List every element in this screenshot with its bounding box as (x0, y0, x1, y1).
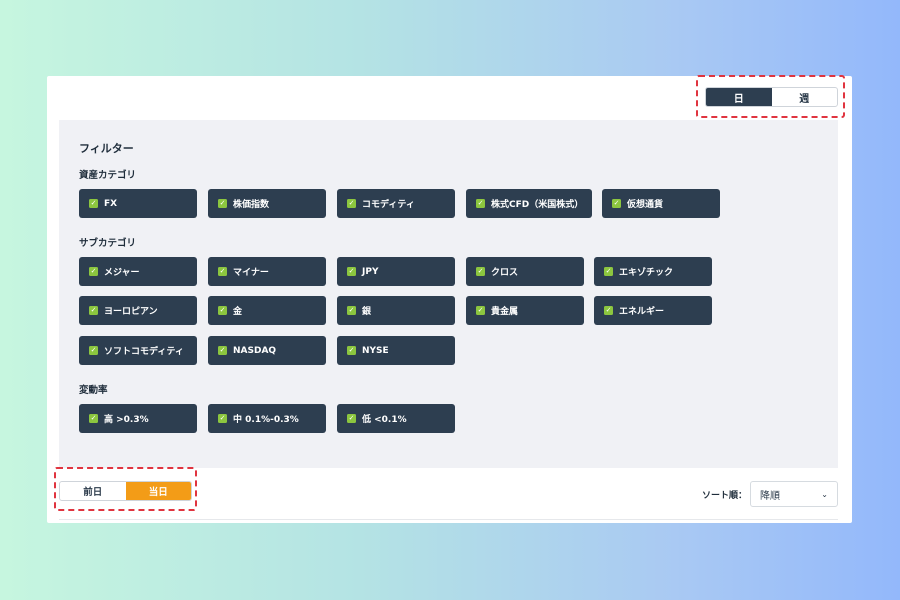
filter-chip-label: 株価指数 (233, 200, 270, 210)
checkbox-checked-icon: ✓ (347, 414, 356, 423)
checkbox-checked-icon: ✓ (612, 199, 621, 208)
filter-chip[interactable]: ✓ クロス (466, 257, 584, 286)
day-option-today[interactable]: 当日 (125, 482, 191, 500)
asset-category-label: 資産カテゴリ (79, 170, 137, 181)
filter-chip[interactable]: ✓ 仮想通貨 (602, 189, 720, 218)
checkbox-checked-icon: ✓ (347, 267, 356, 276)
filter-chip[interactable]: ✓ NYSE (337, 336, 455, 365)
period-option-day[interactable]: 日 (706, 88, 772, 106)
filter-chip[interactable]: ✓ FX (79, 189, 197, 218)
filter-chip-label: 銀 (362, 307, 372, 317)
filter-chip[interactable]: ✓ 中 0.1%-0.3% (208, 404, 326, 433)
checkbox-checked-icon: ✓ (89, 306, 98, 315)
filter-chip[interactable]: ✓ JPY (337, 257, 455, 286)
filter-chip-label: 中 0.1%-0.3% (233, 415, 299, 425)
filter-chip[interactable]: ✓ エキゾチック (594, 257, 712, 286)
filter-chip[interactable]: ✓ ヨーロピアン (79, 296, 197, 325)
chevron-down-icon: ⌄ (821, 489, 828, 499)
filter-chip[interactable]: ✓ ソフトコモディティ (79, 336, 197, 365)
filter-chip[interactable]: ✓ 銀 (337, 296, 455, 325)
checkbox-checked-icon: ✓ (89, 414, 98, 423)
sort-select[interactable]: 降順 ⌄ (750, 481, 838, 507)
subcategory-label: サブカテゴリ (79, 238, 137, 249)
filter-chip-label: コモディティ (362, 200, 415, 210)
filter-chip-label: クロス (491, 268, 519, 278)
filter-chip[interactable]: ✓ メジャー (79, 257, 197, 286)
filter-chip-label: NASDAQ (233, 345, 277, 356)
checkbox-checked-icon: ✓ (476, 199, 485, 208)
filter-chip-label: 高 >0.3% (104, 415, 149, 425)
filter-chip-label: 金 (233, 307, 243, 317)
sort-select-value: 降順 (760, 490, 780, 502)
checkbox-checked-icon: ✓ (218, 346, 227, 355)
filter-chip[interactable]: ✓ マイナー (208, 257, 326, 286)
filter-chip-label: ソフトコモディティ (104, 347, 184, 357)
filter-chip-label: マイナー (233, 268, 269, 278)
checkbox-checked-icon: ✓ (218, 414, 227, 423)
day-option-previous[interactable]: 前日 (60, 482, 126, 500)
checkbox-checked-icon: ✓ (476, 267, 485, 276)
filter-title: フィルター (79, 142, 134, 155)
filter-chip-label: ヨーロピアン (104, 307, 158, 317)
filter-chip[interactable]: ✓ 貴金属 (466, 296, 584, 325)
filter-chip[interactable]: ✓ 低 <0.1% (337, 404, 455, 433)
filter-chip[interactable]: ✓ NASDAQ (208, 336, 326, 365)
checkbox-checked-icon: ✓ (218, 267, 227, 276)
filter-chip-label: 株式CFD（米国株式） (491, 200, 584, 210)
checkbox-checked-icon: ✓ (89, 199, 98, 208)
sort-label: ソート順： (702, 491, 748, 501)
period-toggle: 日 週 (705, 87, 838, 107)
checkbox-checked-icon: ✓ (89, 267, 98, 276)
checkbox-checked-icon: ✓ (604, 267, 613, 276)
checkbox-checked-icon: ✓ (218, 199, 227, 208)
filter-chip[interactable]: ✓ 株式CFD（米国株式） (466, 189, 592, 218)
filter-chip[interactable]: ✓ 金 (208, 296, 326, 325)
checkbox-checked-icon: ✓ (347, 199, 356, 208)
filter-chip[interactable]: ✓ 高 >0.3% (79, 404, 197, 433)
volatility-label: 変動率 (79, 385, 108, 396)
checkbox-checked-icon: ✓ (89, 346, 98, 355)
checkbox-checked-icon: ✓ (476, 306, 485, 315)
filter-chip-label: JPY (362, 266, 379, 277)
filter-chip-label: エネルギー (619, 307, 665, 317)
checkbox-checked-icon: ✓ (347, 306, 356, 315)
filter-chip-label: メジャー (104, 268, 140, 278)
filter-chip[interactable]: ✓ エネルギー (594, 296, 712, 325)
checkbox-checked-icon: ✓ (604, 306, 613, 315)
filter-chip-label: NYSE (362, 345, 389, 356)
filter-chip[interactable]: ✓ コモディティ (337, 189, 455, 218)
checkbox-checked-icon: ✓ (218, 306, 227, 315)
filter-chip[interactable]: ✓ 株価指数 (208, 189, 326, 218)
day-toggle: 前日 当日 (59, 481, 192, 501)
filter-chip-label: FX (104, 198, 118, 209)
filter-chip-label: 貴金属 (491, 307, 519, 317)
period-option-week[interactable]: 週 (772, 88, 838, 106)
divider (59, 519, 838, 520)
filter-chip-label: 仮想通貨 (627, 200, 664, 210)
checkbox-checked-icon: ✓ (347, 346, 356, 355)
filter-chip-label: エキゾチック (619, 268, 674, 278)
filter-chip-label: 低 <0.1% (362, 415, 407, 425)
